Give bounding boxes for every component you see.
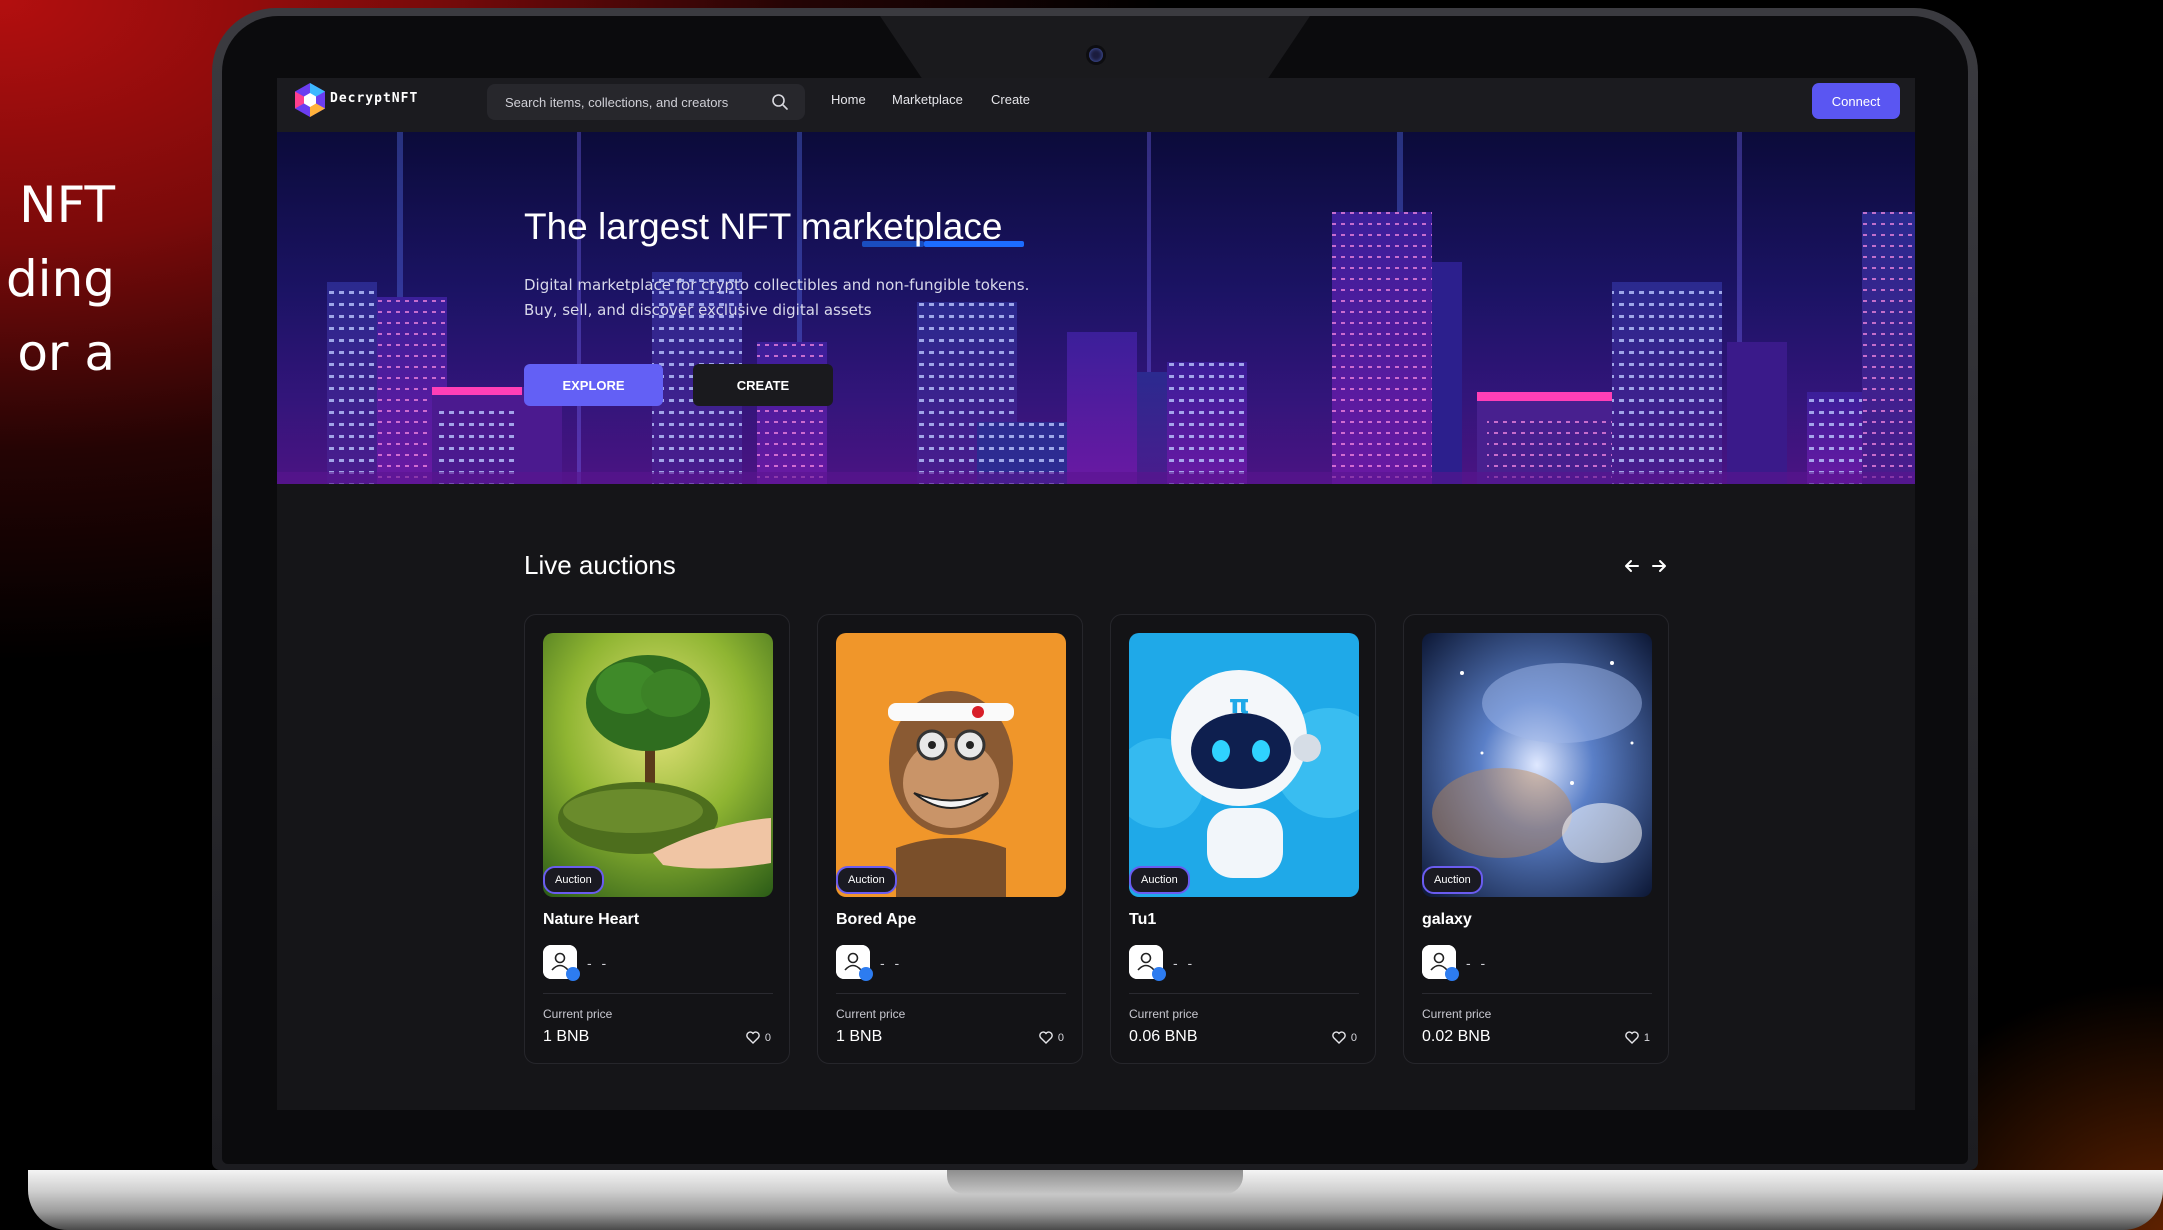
current-price: 1 BNB — [543, 1028, 590, 1045]
app-screen: DecryptNFT Search items, collections, an… — [277, 78, 1915, 1110]
creator-name[interactable]: - - — [880, 955, 902, 971]
heart-icon — [1039, 1031, 1053, 1044]
divider — [543, 993, 773, 994]
nature-heart-artwork — [543, 633, 773, 897]
verified-icon — [1445, 967, 1459, 981]
auction-card[interactable]: Auction Bored Ape - - Current price 1 BN… — [817, 614, 1083, 1064]
galaxy-artwork — [1422, 633, 1652, 897]
verified-icon — [566, 967, 580, 981]
nft-name[interactable]: Tu1 — [1129, 911, 1156, 929]
verified-icon — [1152, 967, 1166, 981]
like-button[interactable]: 0 — [1039, 1031, 1064, 1044]
like-count: 0 — [1057, 1031, 1064, 1044]
search-input[interactable]: Search items, collections, and creators — [505, 95, 728, 110]
like-button[interactable]: 1 — [1625, 1031, 1650, 1044]
logo-icon[interactable] — [294, 82, 326, 118]
hero-subtitle: Buy, sell, and discover exclusive digita… — [524, 301, 872, 319]
price-label: Current price — [1422, 1007, 1492, 1021]
arrow-left-icon[interactable] — [1622, 556, 1642, 576]
divider — [836, 993, 1066, 994]
nft-name[interactable]: Bored Ape — [836, 911, 916, 929]
like-count: 0 — [1350, 1031, 1357, 1044]
current-price: 1 BNB — [836, 1028, 883, 1045]
nft-image[interactable] — [543, 633, 773, 897]
nav-link-create[interactable]: Create — [991, 92, 1030, 107]
hero-subtitle: Digital marketplace for crypto collectib… — [524, 276, 1030, 294]
divider — [1422, 993, 1652, 994]
explore-button[interactable]: EXPLORE — [524, 364, 663, 406]
like-count: 0 — [764, 1031, 771, 1044]
price-label: Current price — [1129, 1007, 1199, 1021]
city-skyline-illustration — [277, 132, 1915, 484]
side-caption-line: NFT — [19, 176, 115, 234]
current-price: 0.06 BNB — [1129, 1028, 1198, 1045]
auction-badge: Auction — [1422, 866, 1483, 894]
auction-card[interactable]: Auction Nature Heart - - Current price 1… — [524, 614, 790, 1064]
side-caption: NFT ding or a — [6, 168, 115, 390]
arrow-right-icon[interactable] — [1649, 556, 1669, 576]
creator-name[interactable]: - - — [1466, 955, 1488, 971]
price-label: Current price — [543, 1007, 613, 1021]
heart-icon — [1625, 1031, 1639, 1044]
auction-badge: Auction — [836, 866, 897, 894]
divider — [1129, 993, 1359, 994]
auction-badge: Auction — [1129, 866, 1190, 894]
side-caption-line: ding — [5, 250, 115, 308]
top-nav: DecryptNFT Search items, collections, an… — [277, 78, 1915, 132]
price-label: Current price — [836, 1007, 906, 1021]
robot-artwork: π — [1129, 633, 1359, 897]
section-title: Live auctions — [524, 550, 676, 580]
auction-badge: Auction — [543, 866, 604, 894]
bored-ape-artwork — [836, 633, 1066, 897]
nav-link-home[interactable]: Home — [831, 92, 866, 107]
nft-name[interactable]: galaxy — [1422, 911, 1472, 929]
side-caption-line: or a — [17, 324, 115, 382]
hero-title: The largest NFT marketplace — [524, 206, 1003, 247]
verified-icon — [859, 967, 873, 981]
creator-name[interactable]: - - — [1173, 955, 1195, 971]
logo-text[interactable]: DecryptNFT — [330, 91, 418, 106]
nft-image[interactable] — [1422, 633, 1652, 897]
hero-banner: The largest NFT marketplace Digital mark… — [277, 132, 1915, 484]
auction-card[interactable]: Auction galaxy - - Current price 0.02 BN… — [1403, 614, 1669, 1064]
connect-button[interactable]: Connect — [1812, 83, 1900, 119]
webcam-icon — [1089, 48, 1103, 62]
nft-image[interactable]: π — [1129, 633, 1359, 897]
nav-link-marketplace[interactable]: Marketplace — [892, 92, 963, 107]
laptop-base-notch — [947, 1170, 1243, 1194]
svg-text:π: π — [1229, 690, 1250, 720]
heart-icon — [1332, 1031, 1346, 1044]
like-button[interactable]: 0 — [1332, 1031, 1357, 1044]
auction-card[interactable]: π Auction Tu1 - - Current price 0.06 BNB… — [1110, 614, 1376, 1064]
like-button[interactable]: 0 — [746, 1031, 771, 1044]
heart-icon — [746, 1031, 760, 1044]
creator-name[interactable]: - - — [587, 955, 609, 971]
nft-name[interactable]: Nature Heart — [543, 911, 639, 929]
current-price: 0.02 BNB — [1422, 1028, 1491, 1045]
nft-image[interactable] — [836, 633, 1066, 897]
create-button[interactable]: CREATE — [693, 364, 833, 406]
like-count: 1 — [1643, 1031, 1650, 1044]
search-bar[interactable]: Search items, collections, and creators — [487, 84, 805, 120]
search-icon[interactable] — [771, 93, 789, 111]
